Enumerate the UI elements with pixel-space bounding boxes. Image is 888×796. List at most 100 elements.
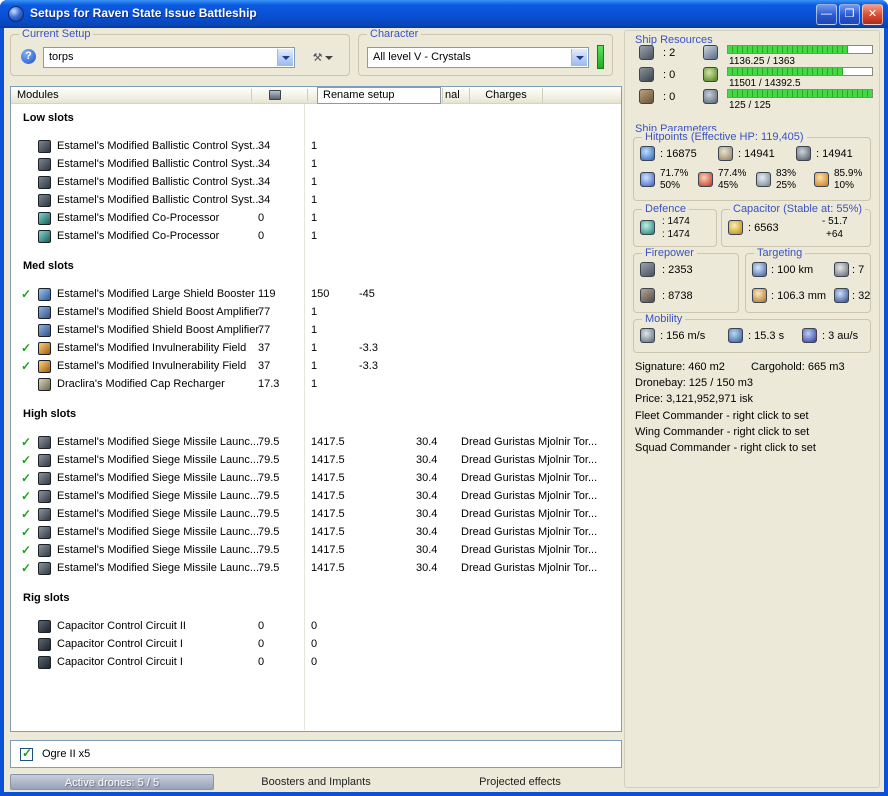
help-icon[interactable]: ?	[21, 49, 36, 64]
chevron-down-icon[interactable]	[277, 49, 293, 66]
damage-value: 30.4	[416, 454, 438, 466]
cap-recharger-icon	[38, 378, 51, 391]
module-name: Estamel's Modified Shield Boost Amplifie…	[57, 306, 260, 318]
module-row[interactable]: ✓ Estamel's Modified Siege Missile Launc.…	[11, 470, 621, 488]
drone-bandwidth-bar-fill	[728, 90, 872, 97]
setup-tools-button[interactable]: ⚒	[303, 47, 343, 68]
modules-column-header[interactable]: Modules	[17, 89, 59, 101]
module-row[interactable]: ✓ Estamel's Modified Siege Missile Launc.…	[11, 452, 621, 470]
module-name: Capacitor Control Circuit II	[57, 620, 186, 632]
minimize-button[interactable]: —	[816, 4, 837, 25]
module-row[interactable]: Estamel's Modified Ballistic Control Sys…	[11, 192, 621, 210]
module-row[interactable]: Estamel's Modified Ballistic Control Sys…	[11, 138, 621, 156]
module-row[interactable]: ✓ Estamel's Modified Large Shield Booster…	[11, 286, 621, 304]
close-button[interactable]: ✕	[862, 4, 883, 25]
module-row[interactable]: Capacitor Control Circuit I 0 0	[11, 636, 621, 654]
defence-group: Defence : 1474 : 1474	[633, 203, 717, 247]
kinetic-shield-resist: 83%	[776, 168, 797, 179]
module-name: Estamel's Modified Large Shield Booster	[57, 288, 255, 300]
powergrid-usage-value: 1	[311, 158, 318, 170]
window-content: Current Setup ? torps ⚒ Character All le…	[4, 28, 884, 792]
module-row[interactable]: ✓ Estamel's Modified Invulnerability Fiel…	[11, 340, 621, 358]
app-icon	[8, 6, 24, 22]
powergrid-usage-value: 1	[311, 212, 318, 224]
powergrid-usage-value: 1417.5	[311, 436, 345, 448]
hitpoints-group: Hitpoints (Effective HP: 119,405) : 1687…	[633, 131, 871, 201]
module-row[interactable]: ✓ Estamel's Modified Siege Missile Launc.…	[11, 506, 621, 524]
ship-stats-panel: Ship Resources : 2 : 0 : 0 1136.25 / 136…	[624, 30, 880, 788]
module-name: Estamel's Modified Invulnerability Field	[57, 342, 247, 354]
tab-projected-effects[interactable]: Projected effects	[418, 774, 622, 790]
partial-tab[interactable]: nal	[442, 88, 468, 103]
module-row[interactable]: ✓ Estamel's Modified Siege Missile Launc.…	[11, 560, 621, 578]
module-row[interactable]: Capacitor Control Circuit II 0 0	[11, 618, 621, 636]
module-row[interactable]: Draclira's Modified Cap Recharger 17.3 1	[11, 376, 621, 394]
mobility-label: Mobility	[642, 313, 686, 325]
module-row[interactable]: Estamel's Modified Shield Boost Amplifie…	[11, 322, 621, 340]
maximize-button[interactable]: ❐	[839, 4, 860, 25]
window: Setups for Raven State Issue Battleship …	[0, 0, 888, 796]
module-row[interactable]: ✓ Estamel's Modified Siege Missile Launc.…	[11, 542, 621, 560]
slot-group-title: Rig slots	[23, 592, 70, 604]
em-resist-icon	[640, 172, 655, 187]
cpu-usage-value: 79.5	[258, 562, 280, 574]
cpu-column-icon[interactable]	[269, 90, 281, 100]
rig-slots-icon	[639, 89, 654, 104]
damage-value: 30.4	[416, 526, 438, 538]
siege-missile-launcher-icon	[38, 454, 51, 467]
module-row[interactable]: Estamel's Modified Co-Processor 0 1	[11, 228, 621, 246]
titlebar[interactable]: Setups for Raven State Issue Battleship …	[0, 0, 888, 28]
tab-boosters-implants[interactable]: Boosters and Implants	[214, 774, 418, 790]
defence-icon	[640, 220, 655, 235]
module-list-header[interactable]: Modules Rename setup nal Charges	[11, 87, 621, 104]
powergrid-bar	[727, 67, 873, 76]
drone-checkbox[interactable]: ✓	[20, 746, 33, 761]
module-row[interactable]: ✓ Estamel's Modified Siege Missile Launc.…	[11, 434, 621, 452]
chevron-down-icon	[325, 55, 334, 60]
damage-value: 30.4	[416, 490, 438, 502]
active-check-icon: ✓	[21, 489, 32, 503]
setup-combobox[interactable]: torps	[43, 47, 295, 68]
siege-missile-launcher-icon	[38, 436, 51, 449]
cpu-usage-value: 34	[258, 158, 271, 170]
explosive-resist-icon	[814, 172, 829, 187]
capacitor-recharge: +64	[826, 229, 843, 240]
structure-hp-value: : 14941	[816, 148, 853, 160]
armor-hp-value: : 14941	[738, 148, 775, 160]
powergrid-usage-value: 1	[311, 378, 318, 390]
rename-setup-tab[interactable]: Rename setup	[317, 87, 441, 104]
module-row[interactable]: Estamel's Modified Ballistic Control Sys…	[11, 174, 621, 192]
wing-commander-setter[interactable]: Wing Commander - right click to set	[635, 426, 809, 438]
module-row[interactable]: ✓ Estamel's Modified Invulnerability Fiel…	[11, 358, 621, 376]
module-name: Estamel's Modified Siege Missile Launc..…	[57, 562, 260, 574]
tab-charges[interactable]: Charges	[469, 88, 543, 103]
chevron-down-icon[interactable]	[571, 49, 587, 66]
character-group: Character All level V - Crystals	[358, 28, 613, 76]
module-row[interactable]: ✓ Estamel's Modified Siege Missile Launc.…	[11, 488, 621, 506]
character-combobox[interactable]: All level V - Crystals	[367, 47, 589, 68]
header-divider	[307, 89, 308, 101]
drones-panel[interactable]: ✓ Ogre II x5	[10, 740, 622, 768]
powergrid-usage-value: 1417.5	[311, 454, 345, 466]
module-row[interactable]: Estamel's Modified Co-Processor 0 1	[11, 210, 621, 228]
module-name: Estamel's Modified Siege Missile Launc..…	[57, 544, 260, 556]
module-row[interactable]: Estamel's Modified Shield Boost Amplifie…	[11, 304, 621, 322]
squad-commander-setter[interactable]: Squad Commander - right click to set	[635, 442, 816, 454]
current-setup-label: Current Setup	[19, 28, 94, 40]
cpu-usage-value: 34	[258, 194, 271, 206]
powergrid-usage-value: 0	[311, 638, 318, 650]
window-title: Setups for Raven State Issue Battleship	[30, 6, 257, 20]
charge-name: Dread Guristas Mjolnir Tor...	[461, 472, 598, 484]
fleet-commander-setter[interactable]: Fleet Commander - right click to set	[635, 410, 809, 422]
active-check-icon: ✓	[21, 435, 32, 449]
module-row[interactable]: Estamel's Modified Ballistic Control Sys…	[11, 156, 621, 174]
module-row[interactable]: Capacitor Control Circuit I 0 0	[11, 654, 621, 672]
armor-hp-icon	[718, 146, 733, 161]
cpu-usage-value: 79.5	[258, 508, 280, 520]
cap-usage-value: -3.3	[359, 360, 378, 372]
scan-resolution-icon	[752, 288, 767, 303]
tab-active-drones[interactable]: Active drones: 5 / 5	[10, 774, 214, 790]
module-name: Estamel's Modified Invulnerability Field	[57, 360, 247, 372]
powergrid-usage-value: 1	[311, 140, 318, 152]
module-row[interactable]: ✓ Estamel's Modified Siege Missile Launc.…	[11, 524, 621, 542]
